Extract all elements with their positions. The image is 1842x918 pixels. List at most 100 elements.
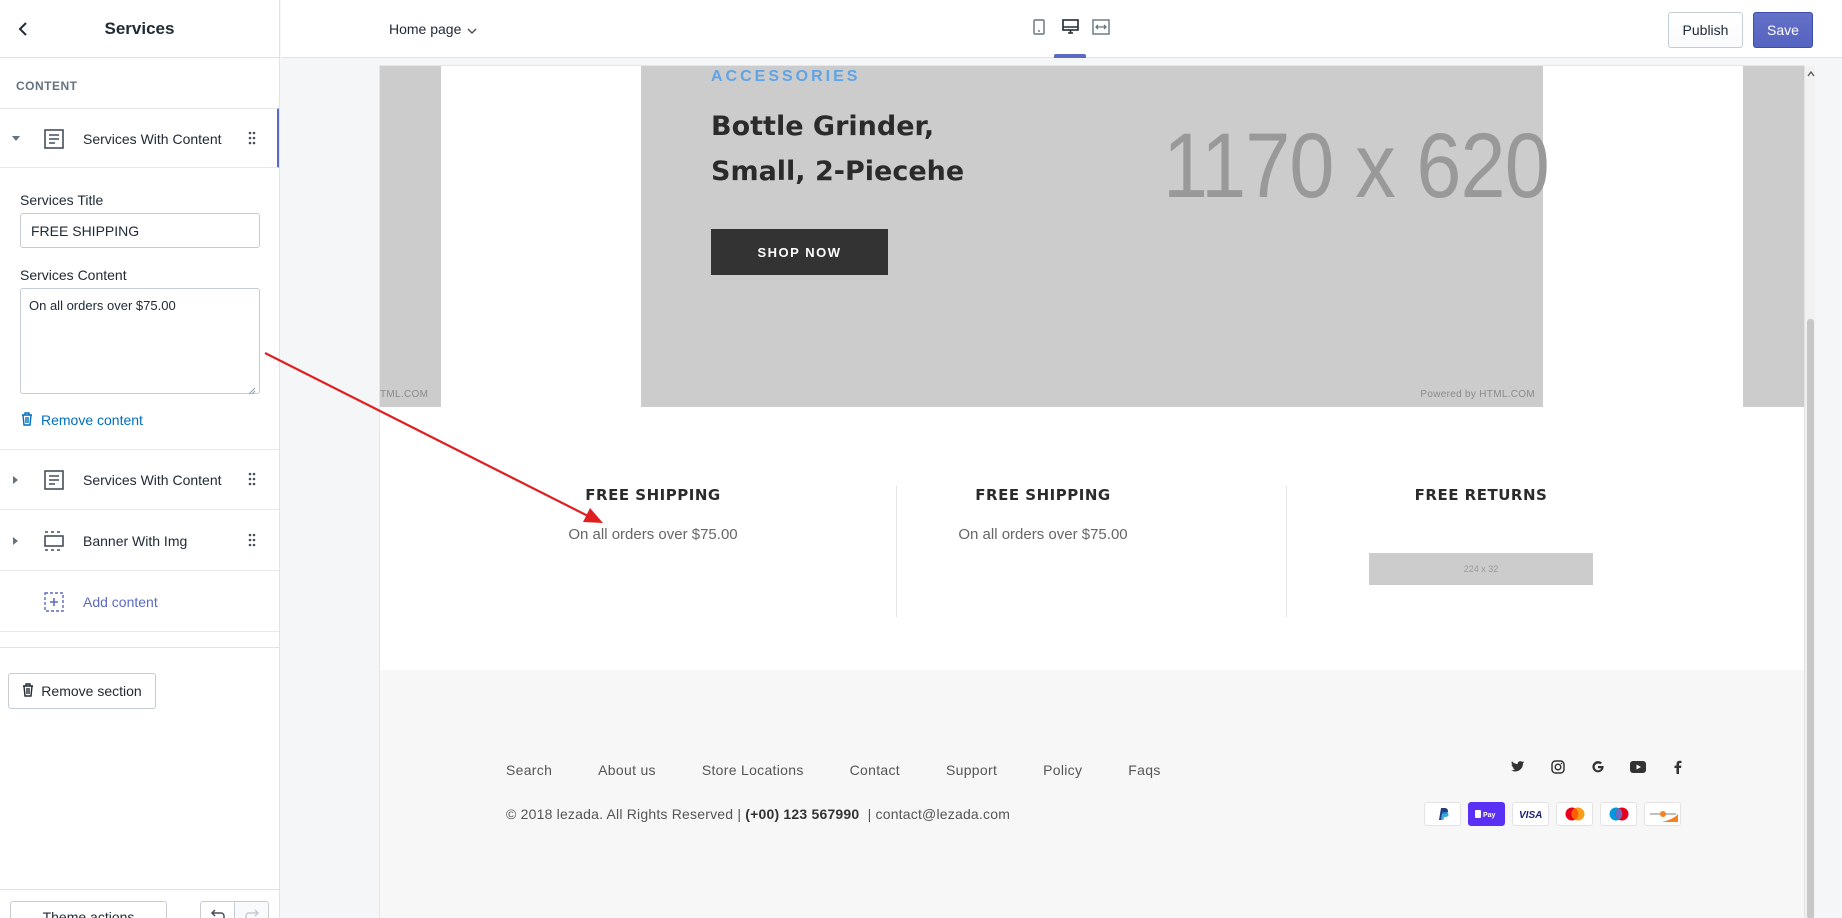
placeholder-size-text: 1170 x 620 <box>1163 115 1550 217</box>
twitter-icon[interactable] <box>1510 759 1526 775</box>
youtube-icon[interactable] <box>1630 759 1646 775</box>
section-label: CONTENT <box>16 79 78 93</box>
add-content-label: Add content <box>83 594 158 610</box>
caret-down-icon[interactable] <box>11 134 21 144</box>
services-content-textarea[interactable]: On all orders over $75.00 <box>20 288 260 394</box>
redo-button[interactable] <box>234 901 269 918</box>
footer-phone: (+00) 123 567990 <box>745 806 860 822</box>
footer-link-policy[interactable]: Policy <box>1043 762 1082 778</box>
resize-grip-icon[interactable] <box>248 382 256 395</box>
store-preview: TML.COM 1170 x 620 Powered by HTML.COM A… <box>380 66 1804 918</box>
sidebar-header: Services <box>0 0 279 58</box>
svg-text:VISA: VISA <box>1519 810 1542 819</box>
footer-link-faqs[interactable]: Faqs <box>1128 762 1160 778</box>
block-services-with-content-2[interactable]: Services With Content <box>0 450 279 510</box>
mobile-icon <box>1033 18 1045 40</box>
copyright-text: © 2018 lezada. All Rights Reserved | (+0… <box>506 806 1010 822</box>
footer-link-search[interactable]: Search <box>506 762 552 778</box>
sidebar-footer: Theme actions <box>0 889 279 918</box>
services-content-label: Services Content <box>20 267 127 283</box>
fullscreen-icon <box>1092 18 1110 40</box>
banner-title-line-1: Bottle Grinder, <box>711 111 935 142</box>
service-title: FREE RETURNS <box>1414 486 1548 504</box>
copyright-prefix: © 2018 lezada. All Rights Reserved | <box>506 806 746 822</box>
facebook-icon[interactable] <box>1670 759 1686 775</box>
service-item-1: FREE SHIPPING On all orders over $75.00 <box>458 486 848 543</box>
footer-email: | contact@lezada.com <box>859 806 1011 822</box>
drag-handle-icon[interactable] <box>248 533 260 549</box>
social-links <box>1510 759 1686 775</box>
undo-button[interactable] <box>200 901 235 918</box>
mobile-view-button[interactable] <box>1026 16 1052 42</box>
footer-link-support[interactable]: Support <box>946 762 997 778</box>
caret-right-icon[interactable] <box>11 475 21 485</box>
footer-nav: Search About us Store Locations Contact … <box>506 762 1207 778</box>
trash-icon <box>21 411 33 429</box>
instagram-icon[interactable] <box>1550 759 1566 775</box>
theme-actions-button[interactable]: Theme actions <box>10 901 167 918</box>
active-viewport-indicator <box>1054 54 1086 58</box>
scroll-up-arrow-icon[interactable] <box>1806 69 1816 79</box>
text-block-icon <box>43 469 65 491</box>
placeholder-watermark-left: TML.COM <box>380 389 429 400</box>
google-icon[interactable] <box>1590 759 1606 775</box>
publish-button[interactable]: Publish <box>1668 12 1743 48</box>
powered-by-text: Powered by HTML.COM <box>1420 389 1535 400</box>
footer-link-store-locations[interactable]: Store Locations <box>702 762 804 778</box>
chevron-down-icon <box>467 21 477 37</box>
visa-icon: VISA <box>1512 802 1549 826</box>
scrollbar-thumb[interactable] <box>1807 319 1814 918</box>
service-text: On all orders over $75.00 <box>958 526 1128 543</box>
sidebar-title: Services <box>104 19 175 38</box>
service-title: FREE SHIPPING <box>585 486 721 504</box>
preview-scrollbar[interactable] <box>1804 66 1815 918</box>
page-selector-label: Home page <box>389 21 462 37</box>
service-item-3: FREE RETURNS <box>1286 486 1676 504</box>
banner-category[interactable]: ACCESSORIES <box>711 68 860 86</box>
drag-handle-icon[interactable] <box>248 131 260 147</box>
remove-content-link[interactable]: Remove content <box>21 410 143 430</box>
banner-placeholder-left <box>380 66 441 407</box>
block-services-with-content-1[interactable]: Services With Content <box>0 108 279 168</box>
add-content-button[interactable]: Add content <box>0 572 279 632</box>
discover-icon <box>1644 802 1681 826</box>
services-title-label: Services Title <box>20 192 104 208</box>
add-block-icon <box>43 591 65 613</box>
remove-section-label: Remove section <box>41 683 142 699</box>
block-banner-with-img[interactable]: Banner With Img <box>0 511 279 571</box>
editor-topbar: Home page Publish Save <box>281 0 1842 58</box>
banner-block-icon <box>43 530 65 552</box>
service-item-2: FREE SHIPPING On all orders over $75.00 <box>848 486 1238 543</box>
block-label: Services With Content <box>83 131 222 147</box>
shop-now-button[interactable]: SHOP NOW <box>711 229 888 275</box>
paypal-icon <box>1424 802 1461 826</box>
service-title: FREE SHIPPING <box>975 486 1111 504</box>
remove-section-button[interactable]: Remove section <box>8 673 156 709</box>
block-label: Services With Content <box>83 472 222 488</box>
theme-editor-sidebar: Services CONTENT Services With Content S… <box>0 0 280 918</box>
banner-placeholder-right <box>1743 66 1804 407</box>
services-title-input[interactable] <box>20 213 260 248</box>
trash-icon <box>22 682 34 700</box>
payment-methods: Pay VISA <box>1424 802 1681 826</box>
footer-link-contact[interactable]: Contact <box>850 762 900 778</box>
store-footer: Search About us Store Locations Contact … <box>380 670 1804 918</box>
svg-text:Pay: Pay <box>1483 812 1496 819</box>
desktop-view-button[interactable] <box>1057 16 1083 42</box>
save-button[interactable]: Save <box>1753 12 1813 48</box>
service-divider <box>1286 486 1287 617</box>
page-selector[interactable]: Home page <box>389 18 477 40</box>
maestro-icon <box>1600 802 1637 826</box>
block-label: Banner With Img <box>83 533 188 549</box>
redo-icon <box>244 907 260 918</box>
sidebar-divider <box>0 647 279 648</box>
caret-right-icon[interactable] <box>11 536 21 546</box>
service-placeholder-image: 224 x 32 <box>1369 553 1593 585</box>
drag-handle-icon[interactable] <box>248 472 260 488</box>
banner-title[interactable]: Bottle Grinder, Small, 2-Piecehe <box>711 104 1041 194</box>
fullscreen-view-button[interactable] <box>1088 16 1114 42</box>
apple-pay-icon: Pay <box>1468 802 1505 826</box>
text-block-icon <box>43 128 65 150</box>
footer-link-about-us[interactable]: About us <box>598 762 656 778</box>
service-text: On all orders over $75.00 <box>568 526 738 543</box>
